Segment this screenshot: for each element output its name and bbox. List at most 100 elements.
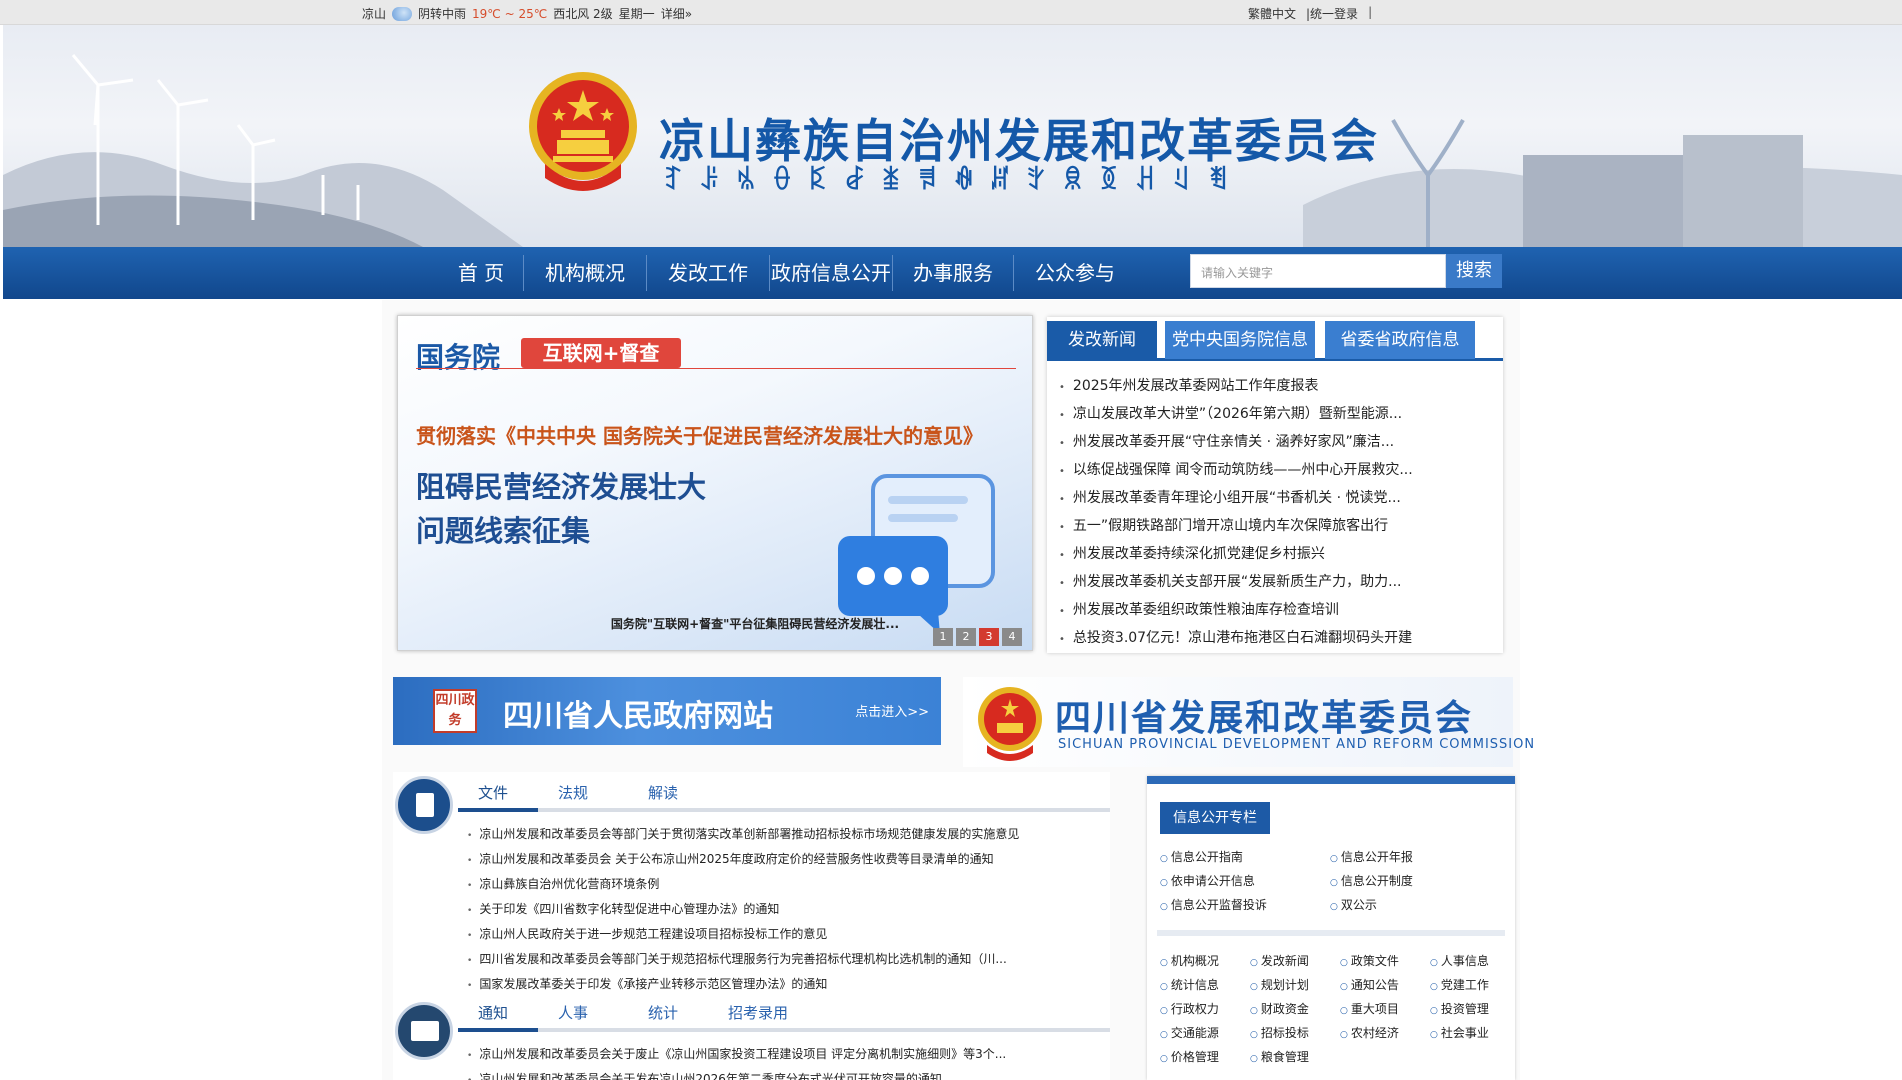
news-tabs: 发改新闻 党中央国务院信息 省委省政府信息 xyxy=(1047,321,1503,361)
tab-personnel[interactable]: 人事 xyxy=(558,1002,588,1023)
sichuan-drc-title-en: SICHUAN PROVINCIAL DEVELOPMENT AND REFOR… xyxy=(1058,737,1536,752)
sichuan-drc-title: 四川省发展和改革委员会 xyxy=(1055,698,1474,739)
category-link[interactable]: 机构概况 xyxy=(1160,952,1250,969)
doc-item[interactable]: 关于印发《四川省数字化转型促进中心管理办法》的通知 xyxy=(467,897,1019,922)
top-links: 繁體中文 |统一登录 | xyxy=(1248,5,1372,22)
doc-item[interactable]: 凉山州人民政府关于进一步规范工程建设项目招标投标工作的意见 xyxy=(467,922,1019,947)
category-link[interactable]: 统计信息 xyxy=(1160,976,1250,993)
tab-drc-news[interactable]: 发改新闻 xyxy=(1047,321,1157,359)
news-item[interactable]: 总投资3.07亿元！凉山港布拖港区白石滩翻坝码头开建 xyxy=(1059,624,1413,652)
category-link[interactable]: 价格管理 xyxy=(1160,1048,1250,1065)
search-input[interactable]: 请输入关键字 xyxy=(1190,254,1446,288)
notice-item[interactable]: 凉山州发展和改革委员会关于发布凉山州2026年第二季度分布式光伏可开放容量的通知 xyxy=(467,1067,1006,1080)
carousel-page-2[interactable]: 2 xyxy=(956,628,976,646)
tab-regulations[interactable]: 法规 xyxy=(558,782,588,803)
sichuan-gov-banner[interactable]: 四川政务 四川省人民政府网站 点击进入>> xyxy=(393,677,941,745)
news-carousel[interactable]: 国务院 互联网+督查 贯彻落实《中共中央 国务院关于促进民营经济发展壮大的意见》… xyxy=(397,315,1033,651)
traditional-chinese-link[interactable]: 繁體中文 xyxy=(1248,5,1296,22)
category-link[interactable]: 粮食管理 xyxy=(1250,1048,1340,1065)
category-link[interactable]: 交通能源 xyxy=(1160,1024,1250,1041)
header-banner: 凉山彝族自治州发展和改革委员会 ꆈꌠꁱꂷꌅꆀꁧꄧꊿꏦꇬꌋꅉꃅꆹꄮ xyxy=(3,25,1902,247)
nav-info-public[interactable]: 政府信息公开 xyxy=(766,247,896,299)
nav-divider xyxy=(523,255,524,291)
sichuan-gov-title: 四川省人民政府网站 xyxy=(503,699,773,734)
national-emblem-icon xyxy=(978,687,1042,761)
news-item[interactable]: 州发展改革委青年理论小组开展“书香机关 · 悦读党... xyxy=(1059,484,1413,512)
news-item[interactable]: 州发展改革委开展“守住亲情关 · 涵养好家风”廉洁... xyxy=(1059,428,1413,456)
weekday: 星期一 xyxy=(618,7,655,21)
category-link[interactable]: 财政资金 xyxy=(1250,1000,1340,1017)
city-label: 凉山 xyxy=(362,7,387,21)
nav-participation[interactable]: 公众参与 xyxy=(1015,247,1135,299)
category-link[interactable]: 发改新闻 xyxy=(1250,952,1340,969)
news-item[interactable]: 州发展改革委组织政策性粮油库存检查培训 xyxy=(1059,596,1413,624)
national-emblem-icon xyxy=(529,72,637,191)
category-link[interactable]: 投资管理 xyxy=(1430,1000,1506,1017)
category-link[interactable]: 社会事业 xyxy=(1430,1024,1506,1041)
doc-item[interactable]: 四川省发展和改革委员会等部门关于规范招标代理服务行为完善招标代理机构比选机制的通… xyxy=(467,947,1019,972)
notice-tabs: 通知 人事 统计 招考录用 xyxy=(458,1002,1110,1032)
doc-item[interactable]: 国家发展改革委关于印发《承接产业转移示范区管理办法》的通知 xyxy=(467,972,1019,997)
tab-recruitment[interactable]: 招考录用 xyxy=(728,1002,788,1023)
weather-detail-link[interactable]: 详细» xyxy=(661,5,692,22)
info-links-primary: 信息公开指南 信息公开年报 依申请公开信息 信息公开制度 信息公开监督投诉 双公… xyxy=(1160,848,1500,913)
category-link[interactable]: 重大项目 xyxy=(1340,1000,1430,1017)
tab-statistics[interactable]: 统计 xyxy=(648,1002,678,1023)
category-link[interactable]: 招标投标 xyxy=(1250,1024,1340,1041)
sichuan-gov-enter[interactable]: 点击进入>> xyxy=(855,701,929,720)
docs-list: 凉山州发展和改革委员会等部门关于贯彻落实改革创新部署推动招标投标市场规范健康发展… xyxy=(467,822,1019,997)
temperature: 19℃ ~ 25℃ xyxy=(472,6,548,21)
info-link[interactable]: 信息公开监督投诉 xyxy=(1160,896,1330,913)
news-item[interactable]: 以练促战强保障 闻令而动筑防线——州中心开展救灾... xyxy=(1059,456,1413,484)
doc-item[interactable]: 凉山州发展和改革委员会等部门关于贯彻落实改革创新部署推动招标投标市场规范健康发展… xyxy=(467,822,1019,847)
news-item[interactable]: 2025年州发展改革委网站工作年度报表 xyxy=(1059,372,1413,400)
carousel-page-1[interactable]: 1 xyxy=(933,628,953,646)
notice-item[interactable]: 凉山州发展和改革委员会关于废止《凉山州国家投资工程建设项目 评定分离机制实施细则… xyxy=(467,1042,1006,1067)
carousel-tag: 互联网+督查 xyxy=(521,338,681,368)
info-link[interactable]: 依申请公开信息 xyxy=(1160,872,1330,889)
info-link[interactable]: 信息公开年报 xyxy=(1330,848,1500,865)
document-icon xyxy=(395,776,453,834)
active-tab-indicator xyxy=(458,1028,538,1032)
info-link[interactable]: 信息公开制度 xyxy=(1330,872,1500,889)
main-nav: 首 页 机构概况 发改工作 政府信息公开 办事服务 公众参与 xyxy=(3,247,1902,299)
category-link[interactable]: 规划计划 xyxy=(1250,976,1340,993)
category-link[interactable]: 政策文件 xyxy=(1340,952,1430,969)
separator: | xyxy=(1368,5,1373,19)
nav-org[interactable]: 机构概况 xyxy=(525,247,645,299)
category-link[interactable]: 党建工作 xyxy=(1430,976,1506,993)
info-link[interactable]: 双公示 xyxy=(1330,896,1500,913)
notice-icon xyxy=(395,1002,453,1060)
login-link[interactable]: |统一登录 xyxy=(1306,5,1358,22)
carousel-headline-1: 阻碍民营经济发展壮大 xyxy=(416,470,707,504)
sichuan-drc-banner[interactable]: 四川省发展和改革委员会 SICHUAN PROVINCIAL DEVELOPME… xyxy=(963,677,1534,767)
category-link[interactable]: 人事信息 xyxy=(1430,952,1506,969)
news-list: 2025年州发展改革委网站工作年度报表 凉山发展改革大讲堂”（2026年第六期）… xyxy=(1059,372,1413,652)
tab-central-news[interactable]: 党中央国务院信息 xyxy=(1165,321,1315,359)
wind: 西北风 2级 xyxy=(553,7,613,21)
tab-notice[interactable]: 通知 xyxy=(478,1002,508,1023)
category-link[interactable]: 通知公告 xyxy=(1340,976,1430,993)
news-item[interactable]: 州发展改革委机关支部开展“发展新质生产力，助力... xyxy=(1059,568,1413,596)
tab-province-news[interactable]: 省委省政府信息 xyxy=(1325,321,1475,359)
category-link[interactable]: 农村经济 xyxy=(1340,1024,1430,1041)
nav-divider xyxy=(646,255,647,291)
carousel-page-3[interactable]: 3 xyxy=(979,628,999,646)
tab-files[interactable]: 文件 xyxy=(478,782,508,803)
tab-interpretation[interactable]: 解读 xyxy=(648,782,678,803)
weather-text: 阴转中雨 xyxy=(418,7,467,21)
nav-service[interactable]: 办事服务 xyxy=(893,247,1013,299)
search-button[interactable]: 搜索 xyxy=(1446,254,1502,288)
carousel-page-4[interactable]: 4 xyxy=(1002,628,1022,646)
category-link[interactable]: 行政权力 xyxy=(1160,1000,1250,1017)
nav-work[interactable]: 发改工作 xyxy=(648,247,768,299)
news-item[interactable]: 州发展改革委持续深化抓党建促乡村振兴 xyxy=(1059,540,1413,568)
news-item[interactable]: 凉山发展改革大讲堂”（2026年第六期）暨新型能源... xyxy=(1059,400,1413,428)
news-item[interactable]: 五一”假期铁路部门增开凉山境内车次保障旅客出行 xyxy=(1059,512,1413,540)
divider xyxy=(416,368,1016,369)
info-link[interactable]: 信息公开指南 xyxy=(1160,848,1330,865)
carousel-headline-2: 问题线索征集 xyxy=(416,514,591,548)
doc-item[interactable]: 凉山彝族自治州优化营商环境条例 xyxy=(467,872,1019,897)
top-bar: 凉山 阴转中雨 19℃ ~ 25℃ 西北风 2级 星期一 详细» 繁體中文 |统… xyxy=(0,0,1902,25)
doc-item[interactable]: 凉山州发展和改革委员会 关于公布凉山州2025年度政府定价的经营服务性收费等目录… xyxy=(467,847,1019,872)
